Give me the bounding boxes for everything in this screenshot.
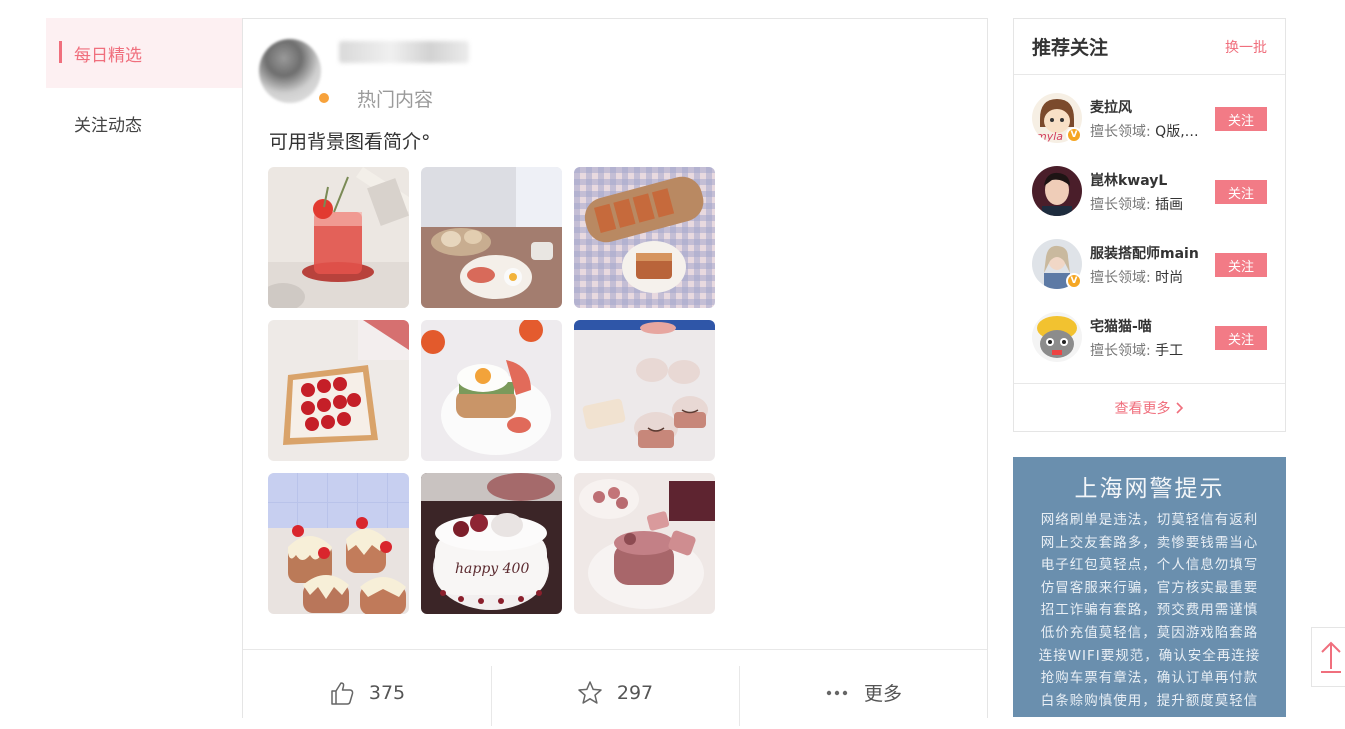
egg-sandwich-icon (421, 320, 562, 461)
back-to-top-button[interactable] (1311, 627, 1345, 687)
left-nav: 每日精选 关注动态 (46, 18, 242, 158)
user-name[interactable]: 麦拉风 (1090, 97, 1132, 117)
recommend-title: 推荐关注 (1032, 37, 1109, 59)
user-avatar[interactable] (1032, 312, 1082, 362)
field-prefix: 擅长领域: (1090, 197, 1156, 213)
like-button[interactable]: 375 (243, 650, 491, 729)
user-name[interactable]: 服装搭配师main (1090, 243, 1199, 263)
user-field: 擅长领域: 时尚 (1090, 267, 1206, 287)
follow-button[interactable]: 关注 (1215, 326, 1267, 350)
field-value: 时尚 (1155, 270, 1184, 286)
refresh-batch-link[interactable]: 换一批 (1225, 37, 1267, 57)
verified-v-icon: V (1066, 127, 1082, 143)
nav-item-daily-picks[interactable]: 每日精选 (46, 18, 242, 88)
smiley-cakes-icon (574, 320, 715, 461)
recommend-user: myla V 麦拉风 擅长领域: Q版,… 关注 (1014, 89, 1285, 162)
notice-line: 低价充值莫轻信，莫因游戏陷套路 (1040, 624, 1259, 641)
user-name[interactable]: 宅猫猫-喵 (1090, 316, 1152, 336)
police-notice-banner[interactable]: 上海网警提示 网络刷单是违法，切莫轻信有返利 网上交友套路多，卖惨要钱需当心 电… (1013, 457, 1286, 717)
notice-line: 连接WIFI要规范，确认安全再连接 (1038, 647, 1261, 664)
breakfast-table-icon (421, 167, 562, 308)
arrow-up-icon (1321, 641, 1341, 673)
post-image[interactable] (268, 473, 409, 614)
favorite-button[interactable]: 297 (491, 650, 739, 729)
post-text: 可用背景图看简介° (269, 131, 431, 153)
field-value: Q版,… (1155, 124, 1199, 140)
nav-item-following-feed[interactable]: 关注动态 (46, 88, 242, 158)
favorite-count: 297 (616, 681, 654, 704)
follow-button[interactable]: 关注 (1215, 107, 1267, 131)
svg-text:happy 400: happy 400 (455, 561, 529, 577)
recommend-list: myla V 麦拉风 擅长领域: Q版,… 关注 崑林kwayL 擅长领域: 插… (1014, 75, 1285, 381)
post-image[interactable] (574, 167, 715, 308)
nav-item-label: 每日精选 (74, 45, 142, 66)
user-name[interactable]: 崑林kwayL (1090, 170, 1167, 190)
notice-title: 上海网警提示 (1074, 476, 1225, 502)
author-name-blurred[interactable] (339, 41, 469, 63)
notice-line: 网上交友套路多，卖惨要钱需当心 (1040, 534, 1259, 551)
thumbs-up-icon (331, 681, 354, 705)
post-action-bar: 375 297 更多 (243, 649, 987, 729)
star-icon (578, 680, 602, 704)
loaf-cake-icon (574, 167, 715, 308)
portrait-avatar-icon (1032, 166, 1082, 216)
field-prefix: 擅长领域: (1090, 343, 1156, 359)
nav-item-label: 关注动态 (74, 115, 142, 136)
more-button[interactable]: 更多 (739, 650, 987, 729)
birthday-cake-icon: happy 400 (421, 473, 562, 614)
post-image[interactable] (268, 320, 409, 461)
follow-button[interactable]: 关注 (1215, 253, 1267, 277)
chevron-right-icon (1175, 401, 1183, 414)
strawberry-toast-icon (268, 320, 409, 461)
user-field: 擅长领域: Q版,… (1090, 121, 1206, 141)
field-prefix: 擅长领域: (1090, 270, 1156, 286)
more-label: 更多 (863, 683, 902, 705)
post-image[interactable] (574, 473, 715, 614)
user-field: 擅长领域: 插画 (1090, 194, 1206, 214)
hot-content-tag: 热门内容 (351, 85, 440, 112)
user-avatar[interactable] (1032, 166, 1082, 216)
notice-line: 电子红包莫轻点，个人信息勿填写 (1040, 557, 1259, 574)
feed-post-card: 热门内容 可用背景图看简介° happy 400 375 297 更多 (242, 18, 988, 726)
like-count: 375 (368, 681, 406, 704)
notice-line: 招工诈骗有套路，预交费用需谨慎 (1040, 602, 1259, 619)
red-drink-icon (268, 167, 409, 308)
post-author: 热门内容 (259, 39, 659, 112)
recommend-user: V 服装搭配师main 擅长领域: 时尚 关注 (1014, 235, 1285, 308)
notice-line: 仿冒客服来行骗，官方核实最重要 (1040, 579, 1259, 596)
post-image[interactable]: happy 400 (421, 473, 562, 614)
notice-lines: 网络刷单是违法，切莫轻信有返利 网上交友套路多，卖惨要钱需当心 电子红包莫轻点，… (1013, 509, 1286, 712)
user-field: 擅长领域: 手工 (1090, 340, 1206, 360)
verified-badge-icon (317, 91, 331, 105)
post-image[interactable] (421, 320, 562, 461)
field-value: 插画 (1155, 197, 1184, 213)
field-prefix: 擅长领域: (1090, 124, 1156, 140)
author-avatar[interactable] (259, 39, 321, 103)
notice-line: 抢购车票有章法，确认订单再付款 (1040, 670, 1259, 687)
recommend-header: 推荐关注 换一批 (1014, 19, 1285, 75)
see-more-label: 查看更多 (1114, 400, 1171, 417)
pink-dessert-icon (574, 473, 715, 614)
post-image-grid: happy 400 (268, 167, 718, 614)
svg-text:myla: myla (1036, 130, 1063, 143)
cherry-cakes-icon (268, 473, 409, 614)
cat-avatar-icon (1032, 312, 1082, 362)
see-more-link[interactable]: 查看更多 (1014, 383, 1285, 431)
notice-line: 白条赊购慎使用，提升额度莫轻信 (1040, 692, 1259, 709)
field-value: 手工 (1155, 343, 1184, 359)
follow-button[interactable]: 关注 (1215, 180, 1267, 204)
recommend-user: 宅猫猫-喵 擅长领域: 手工 关注 (1014, 308, 1285, 381)
more-dots-icon (826, 690, 848, 695)
post-image[interactable] (574, 320, 715, 461)
verified-v-icon: V (1066, 273, 1082, 289)
post-image[interactable] (268, 167, 409, 308)
notice-line: 网络刷单是违法，切莫轻信有返利 (1040, 512, 1259, 528)
recommend-follow-panel: 推荐关注 换一批 myla V 麦拉风 擅长领域: Q版,… 关注 崑林kway… (1013, 18, 1286, 432)
recommend-user: 崑林kwayL 擅长领域: 插画 关注 (1014, 162, 1285, 235)
post-image[interactable] (421, 167, 562, 308)
